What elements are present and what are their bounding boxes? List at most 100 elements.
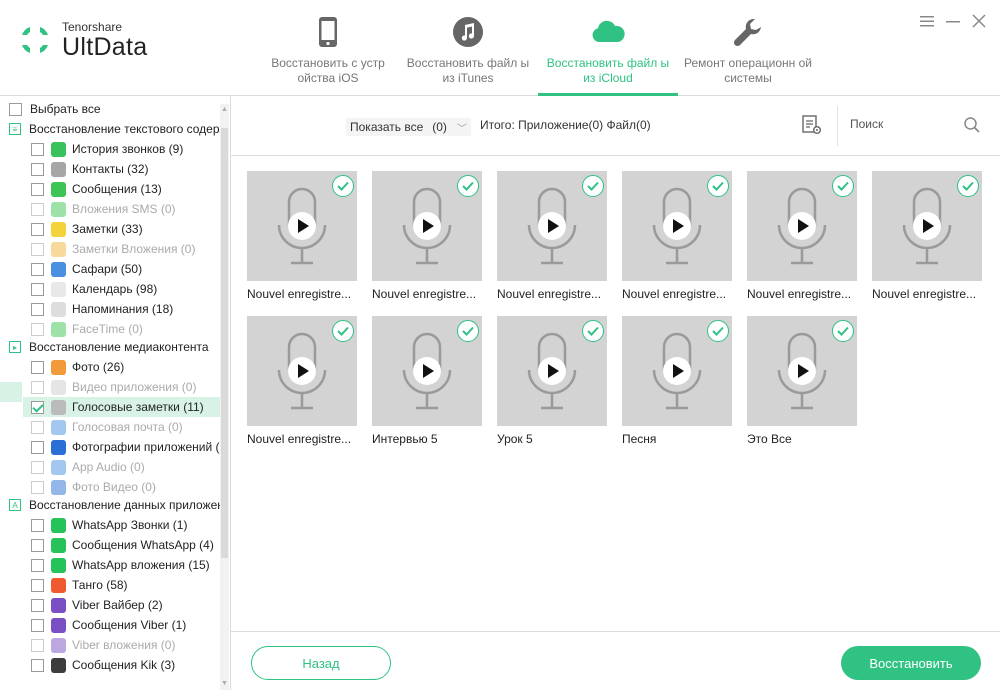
voice-memo-card[interactable]: Nouvel enregistre... (247, 316, 357, 446)
sidebar-scrollbar[interactable]: ▲ ▼ (220, 104, 229, 690)
checkmark-icon[interactable] (582, 320, 604, 342)
scrollbar-thumb[interactable] (221, 128, 228, 558)
voice-memo-thumbnail[interactable] (247, 171, 357, 281)
item-checkbox[interactable] (31, 262, 44, 276)
item-checkbox[interactable] (31, 302, 44, 316)
voice-memo-thumbnail[interactable] (497, 316, 607, 426)
select-all-checkbox[interactable] (9, 102, 22, 116)
voice-memo-card[interactable]: Песня (622, 316, 732, 446)
item-checkbox[interactable] (31, 380, 44, 394)
sidebar-item[interactable]: App Audio (0) (0, 457, 220, 477)
checkmark-icon[interactable] (832, 320, 854, 342)
checkmark-icon[interactable] (332, 175, 354, 197)
item-checkbox[interactable] (31, 658, 44, 672)
voice-memo-card[interactable]: Nouvel enregistre... (872, 171, 982, 301)
sidebar-item[interactable]: Календарь (98) (0, 279, 220, 299)
voice-memo-thumbnail[interactable] (872, 171, 982, 281)
voice-memo-thumbnail[interactable] (747, 316, 857, 426)
sidebar-item[interactable]: Сообщения WhatsApp (4) (0, 535, 220, 555)
back-button[interactable]: Назад (251, 646, 391, 680)
tab-recover-ios[interactable]: Восстановить с устр ойства iOS (258, 0, 398, 96)
voice-memo-card[interactable]: Интервью 5 (372, 316, 482, 446)
sidebar-item[interactable]: Заметки Вложения (0) (0, 239, 220, 259)
menu-icon[interactable] (920, 14, 934, 28)
voice-memo-card[interactable]: Nouvel enregistre... (622, 171, 732, 301)
voice-memo-card[interactable]: Nouvel enregistre... (497, 171, 607, 301)
minimize-icon[interactable] (946, 14, 960, 28)
voice-memo-card[interactable]: Nouvel enregistre... (747, 171, 857, 301)
item-checkbox[interactable] (31, 578, 44, 592)
item-checkbox[interactable] (31, 638, 44, 652)
item-checkbox[interactable] (31, 322, 44, 336)
sidebar-item[interactable]: Голосовая почта (0) (0, 417, 220, 437)
voice-memo-thumbnail[interactable] (247, 316, 357, 426)
voice-memo-card[interactable]: Nouvel enregistre... (247, 171, 357, 301)
checkmark-icon[interactable] (457, 175, 479, 197)
filter-settings-icon[interactable] (801, 114, 823, 136)
item-checkbox[interactable] (31, 460, 44, 474)
item-checkbox[interactable] (31, 420, 44, 434)
sidebar-item[interactable]: Голосовые заметки (11) (23, 397, 220, 417)
item-checkbox[interactable] (31, 598, 44, 612)
sidebar-item[interactable]: Сафари (50) (0, 259, 220, 279)
sidebar-category[interactable]: A Восстановление данных приложений (0, 495, 220, 515)
sidebar-item[interactable]: Вложения SMS (0) (0, 199, 220, 219)
close-icon[interactable] (972, 14, 986, 28)
item-checkbox[interactable] (31, 400, 44, 414)
sidebar-category[interactable]: ≡ Восстановление текстового содержимого (0, 119, 220, 139)
voice-memo-thumbnail[interactable] (747, 171, 857, 281)
sidebar-item[interactable]: Сообщения Viber (1) (0, 615, 220, 635)
checkmark-icon[interactable] (957, 175, 979, 197)
item-checkbox[interactable] (31, 182, 44, 196)
search-icon[interactable] (963, 116, 981, 134)
sidebar-item[interactable]: Viber вложения (0) (0, 635, 220, 655)
checkmark-icon[interactable] (707, 175, 729, 197)
checkmark-icon[interactable] (582, 175, 604, 197)
item-checkbox[interactable] (31, 222, 44, 236)
tab-repair-os[interactable]: Ремонт операционн ой системы (678, 0, 818, 96)
checkmark-icon[interactable] (832, 175, 854, 197)
item-checkbox[interactable] (31, 538, 44, 552)
item-checkbox[interactable] (31, 558, 44, 572)
sidebar-item[interactable]: Танго (58) (0, 575, 220, 595)
sidebar-item[interactable]: Заметки (33) (0, 219, 220, 239)
voice-memo-thumbnail[interactable] (622, 171, 732, 281)
scroll-down-icon[interactable]: ▼ (221, 680, 228, 688)
voice-memo-card[interactable]: Урок 5 (497, 316, 607, 446)
sidebar-item[interactable]: Фотографии приложений (24) (0, 437, 220, 457)
voice-memo-card[interactable]: Nouvel enregistre... (372, 171, 482, 301)
voice-memo-thumbnail[interactable] (497, 171, 607, 281)
item-checkbox[interactable] (31, 162, 44, 176)
tab-recover-itunes[interactable]: Восстановить файл ы из iTunes (398, 0, 538, 96)
scroll-up-icon[interactable]: ▲ (221, 106, 228, 114)
sidebar-item[interactable]: Видео приложения (0) (0, 377, 220, 397)
sidebar-category[interactable]: ▸ Восстановление медиаконтента (0, 337, 220, 357)
checkmark-icon[interactable] (332, 320, 354, 342)
select-all-row[interactable]: Выбрать все (0, 99, 220, 119)
item-checkbox[interactable] (31, 142, 44, 156)
recover-button[interactable]: Восстановить (841, 646, 981, 680)
sidebar-item[interactable]: WhatsApp вложения (15) (0, 555, 220, 575)
item-checkbox[interactable] (31, 242, 44, 256)
sidebar-item[interactable]: Viber Вайбер (2) (0, 595, 220, 615)
tab-recover-icloud[interactable]: Восстановить файл ы из iCloud (538, 0, 678, 96)
item-checkbox[interactable] (31, 618, 44, 632)
sidebar-item[interactable]: WhatsApp Звонки (1) (0, 515, 220, 535)
voice-memo-card[interactable]: Это Все (747, 316, 857, 446)
sidebar-item[interactable]: Контакты (32) (0, 159, 220, 179)
checkmark-icon[interactable] (457, 320, 479, 342)
item-checkbox[interactable] (31, 202, 44, 216)
item-checkbox[interactable] (31, 282, 44, 296)
item-checkbox[interactable] (31, 360, 44, 374)
voice-memo-thumbnail[interactable] (622, 316, 732, 426)
sidebar-item[interactable]: Сообщения (13) (0, 179, 220, 199)
item-checkbox[interactable] (31, 480, 44, 494)
sidebar-item[interactable]: Напоминания (18) (0, 299, 220, 319)
voice-memo-thumbnail[interactable] (372, 316, 482, 426)
search-input[interactable] (850, 114, 960, 134)
sidebar-item[interactable]: Фото Видео (0) (0, 477, 220, 497)
checkmark-icon[interactable] (707, 320, 729, 342)
sidebar-item[interactable]: История звонков (9) (0, 139, 220, 159)
item-checkbox[interactable] (31, 518, 44, 532)
sidebar-item[interactable]: Фото (26) (0, 357, 220, 377)
